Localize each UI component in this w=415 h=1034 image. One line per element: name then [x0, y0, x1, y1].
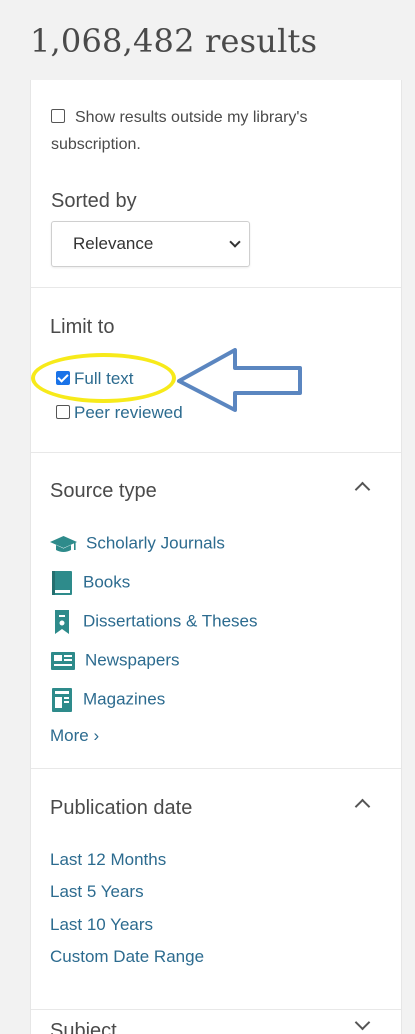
- book-icon: [52, 570, 72, 595]
- peer-reviewed-label: Peer reviewed: [74, 403, 183, 422]
- results-count: 1,068,482 results: [30, 22, 318, 60]
- subject-title: Subject: [50, 1020, 117, 1034]
- source-label: Dissertations & Theses: [83, 611, 258, 631]
- sort-section: Show results outside my library's subscr…: [31, 80, 401, 287]
- date-custom-range[interactable]: Custom Date Range: [50, 947, 204, 967]
- source-more-link[interactable]: More ›: [50, 726, 99, 746]
- chevron-down-icon: [229, 236, 241, 248]
- date-last-12-months[interactable]: Last 12 Months: [50, 850, 166, 870]
- magazine-icon: [52, 687, 72, 712]
- peer-reviewed-checkbox[interactable]: [56, 405, 70, 419]
- source-label: Magazines: [83, 689, 166, 709]
- limit-to-label: Limit to: [50, 316, 115, 338]
- source-label: Newspapers: [85, 650, 180, 670]
- source-books[interactable]: Books: [50, 568, 130, 596]
- sort-label: Sorted by: [51, 190, 137, 212]
- annotation-arrow-icon: [177, 348, 302, 412]
- source-magazines[interactable]: Magazines: [50, 685, 165, 713]
- peer-reviewed-option[interactable]: Peer reviewed: [56, 403, 183, 423]
- newspaper-icon: [51, 651, 75, 670]
- date-last-5-years[interactable]: Last 5 Years: [50, 882, 144, 902]
- thesis-icon: [55, 609, 69, 634]
- outside-subscription-option[interactable]: Show results outside my library's subscr…: [51, 104, 371, 158]
- sort-select[interactable]: Relevance: [51, 221, 250, 267]
- outside-subscription-label: Show results outside my library's subscr…: [51, 109, 308, 153]
- filter-panel: Show results outside my library's subscr…: [30, 80, 402, 1034]
- source-dissertations[interactable]: Dissertations & Theses: [50, 607, 257, 635]
- source-label: Books: [83, 572, 131, 592]
- highlight-ellipse: [31, 353, 176, 403]
- date-last-10-years[interactable]: Last 10 Years: [50, 915, 153, 935]
- graduation-cap-icon: [50, 535, 77, 552]
- publication-date-title: Publication date: [50, 797, 193, 819]
- outside-subscription-checkbox[interactable]: [51, 109, 65, 123]
- source-scholarly-journals[interactable]: Scholarly Journals: [50, 529, 225, 557]
- source-label: Scholarly Journals: [86, 533, 225, 553]
- source-newspapers[interactable]: Newspapers: [50, 646, 180, 674]
- source-type-title: Source type: [50, 480, 157, 502]
- sort-select-value: Relevance: [73, 234, 154, 253]
